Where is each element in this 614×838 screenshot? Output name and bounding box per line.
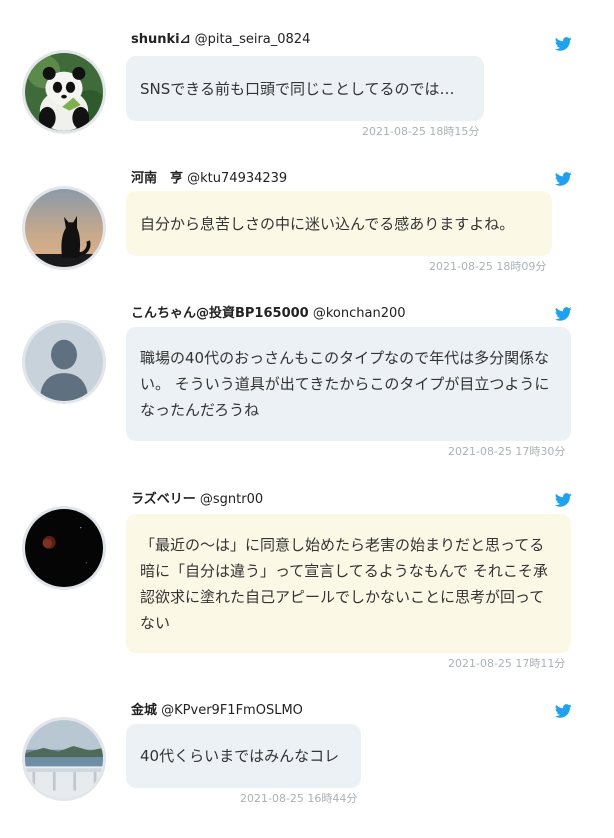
user-handle[interactable]: @sgntr00	[200, 492, 263, 507]
avatar[interactable]	[22, 320, 106, 404]
tweet-header: shunki⊿ @pita_seira_0824	[131, 32, 310, 47]
seaside-avatar-icon	[25, 720, 103, 798]
panda-avatar-icon	[25, 53, 103, 131]
tweet-text: 40代くらいまではみんなコレ	[140, 747, 340, 765]
tweet-bubble: SNSできる前も口頭で同じことしてるのでは…	[126, 56, 484, 121]
tweet-bubble: 職場の40代のおっさんもこのタイプなので年代は多分関係ない。 そういう道具が出て…	[126, 327, 571, 441]
user-name[interactable]: shunki⊿	[131, 32, 191, 47]
user-handle[interactable]: @KPver9F1FmOSLMO	[161, 703, 303, 718]
timestamp[interactable]: 2021-08-25 18時15分	[362, 123, 479, 139]
twitter-bird-icon[interactable]	[555, 704, 572, 718]
timestamp[interactable]: 2021-08-25 17時30分	[448, 443, 565, 459]
twitter-bird-icon[interactable]	[555, 307, 572, 321]
user-name[interactable]: こんちゃん@投資BP165000	[131, 306, 309, 321]
avatar[interactable]	[22, 186, 106, 270]
user-name[interactable]: 河南 亨	[131, 171, 183, 186]
twitter-bird-icon[interactable]	[555, 493, 572, 507]
tweet-header: 金城 @KPver9F1FmOSLMO	[131, 699, 303, 718]
tweet-text: 「最近の〜は」に同意し始めたら老害の始まりだと思ってる 暗に「自分は違う」って宣…	[140, 535, 548, 632]
default-person-avatar-icon	[25, 323, 103, 401]
eclipse-moon-avatar-icon	[25, 509, 103, 587]
user-name[interactable]: ラズベリー	[131, 492, 196, 507]
tweet-text: 職場の40代のおっさんもこのタイプなので年代は多分関係ない。 そういう道具が出て…	[140, 349, 550, 419]
avatar[interactable]	[22, 50, 106, 134]
timestamp[interactable]: 2021-08-25 17時11分	[448, 655, 565, 671]
timestamp[interactable]: 2021-08-25 18時09分	[429, 258, 546, 274]
cat-silhouette-avatar-icon	[25, 189, 103, 267]
avatar[interactable]	[22, 506, 106, 590]
user-name[interactable]: 金城	[131, 703, 157, 718]
tweet-text: 自分から息苦しさの中に迷い込んでる感ありますよね。	[140, 214, 515, 233]
twitter-bird-icon[interactable]	[555, 37, 572, 51]
avatar[interactable]	[22, 717, 106, 801]
twitter-bird-icon[interactable]	[555, 172, 572, 186]
tweet-bubble: 自分から息苦しさの中に迷い込んでる感ありますよね。	[126, 191, 552, 256]
tweet-header: 河南 亨 @ktu74934239	[131, 167, 287, 186]
tweet-text: SNSできる前も口頭で同じことしてるのでは…	[140, 79, 455, 98]
user-handle[interactable]: @pita_seira_0824	[195, 32, 311, 47]
tweet-bubble: 40代くらいまではみんなコレ	[126, 724, 361, 788]
user-handle[interactable]: @konchan200	[313, 306, 406, 321]
tweet-header: こんちゃん@投資BP165000 @konchan200	[131, 302, 406, 321]
user-handle[interactable]: @ktu74934239	[187, 171, 287, 186]
tweet-bubble: 「最近の〜は」に同意し始めたら老害の始まりだと思ってる 暗に「自分は違う」って宣…	[126, 514, 571, 653]
timestamp[interactable]: 2021-08-25 16時44分	[240, 790, 357, 806]
tweet-header: ラズベリー @sgntr00	[131, 488, 263, 507]
